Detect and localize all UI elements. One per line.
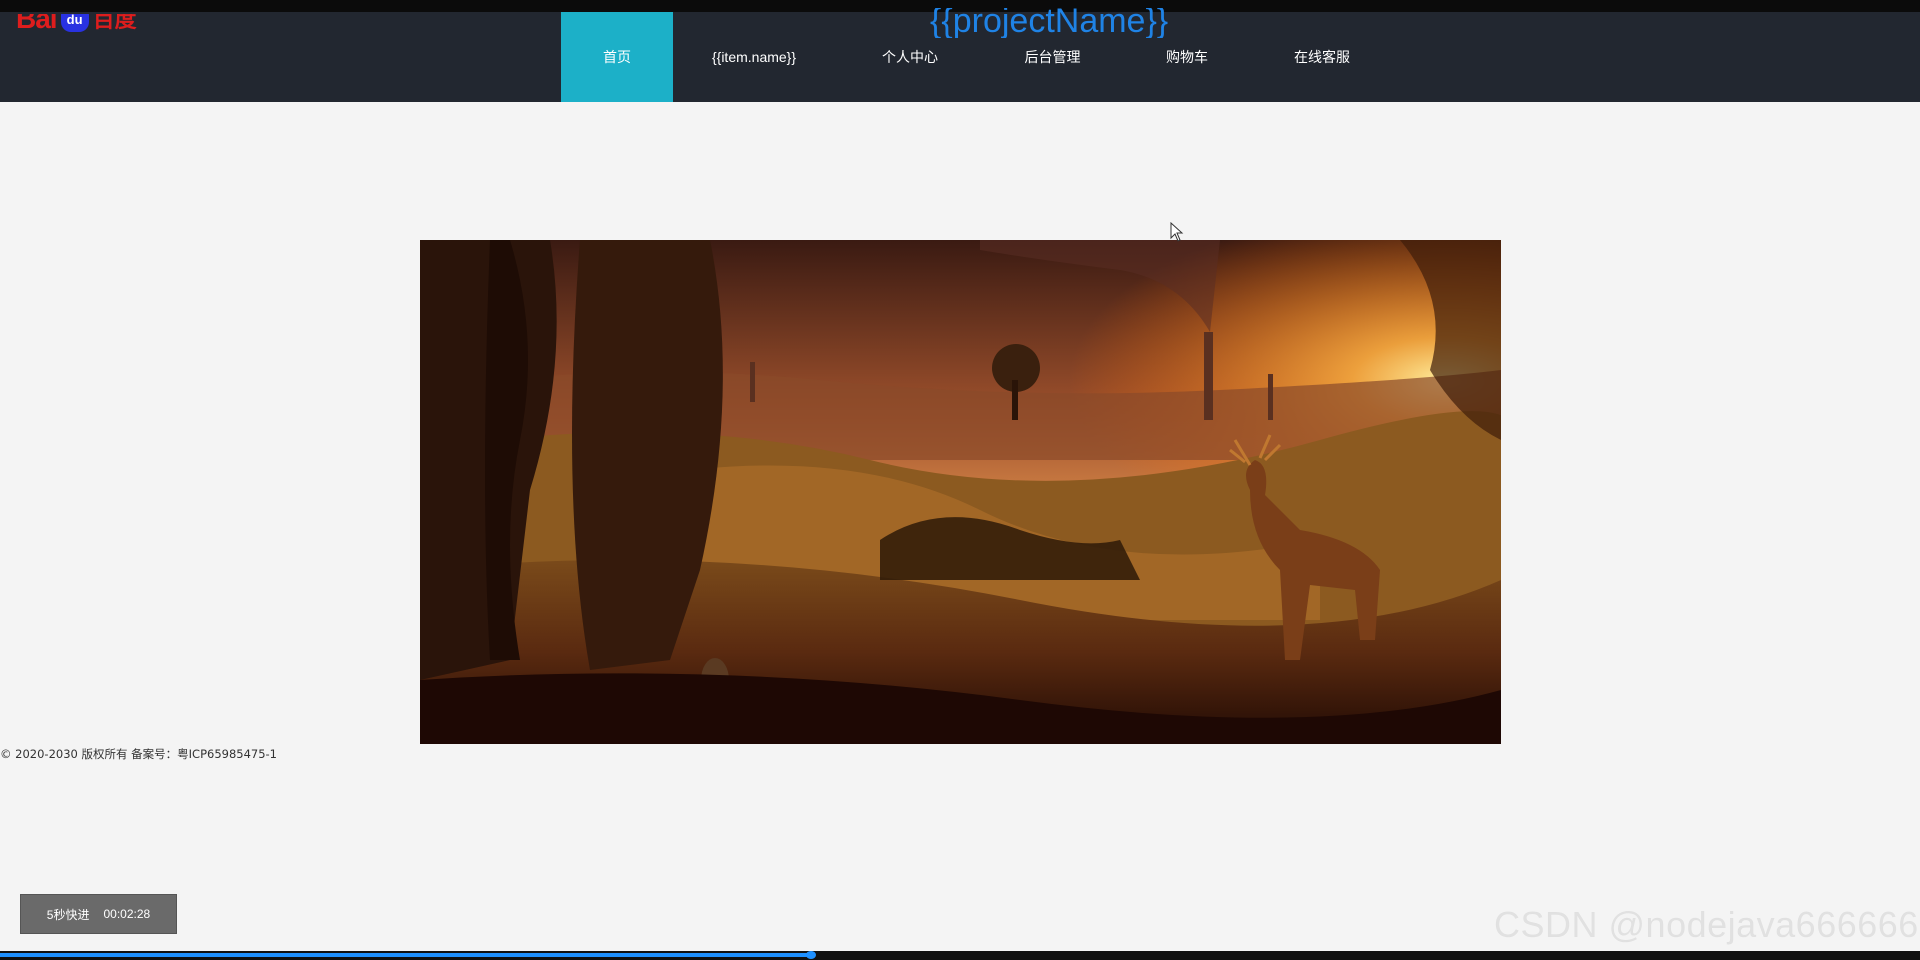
main-nav: 首页 {{item.name}} 个人中心 后台管理 购物车 在线客服 [561,12,1390,102]
logo-text-bai: Bai [16,14,58,34]
logo-paw-icon: du [60,14,89,32]
nav-item-support[interactable]: 在线客服 [1254,12,1390,102]
baidu-logo[interactable]: Bai du 百度 [16,14,137,40]
video-progress-handle[interactable] [806,951,816,959]
nav-item-category[interactable]: {{item.name}} [673,12,835,102]
nav-item-profile[interactable]: 个人中心 [835,12,985,102]
video-skip-badge[interactable]: 5秒快进 00:02:28 [20,894,177,934]
nav-item-cart[interactable]: 购物车 [1120,12,1254,102]
video-progress-fill [0,953,811,957]
nav-item-home[interactable]: 首页 [561,12,673,102]
skip-label: 5秒快进 [46,907,90,922]
mouse-cursor-icon [1170,222,1184,242]
nav-item-admin[interactable]: 后台管理 [985,12,1120,102]
playback-time: 00:02:28 [103,907,151,921]
banner-image [420,240,1501,744]
banner-carousel[interactable] [420,240,1501,744]
logo-text-cn: 百度 [92,14,137,32]
csdn-watermark: CSDN @nodejava666666 [1494,904,1919,945]
footer-copyright: © 2020-2030 版权所有 备案号：粤ICP65985475-1 [0,747,278,761]
